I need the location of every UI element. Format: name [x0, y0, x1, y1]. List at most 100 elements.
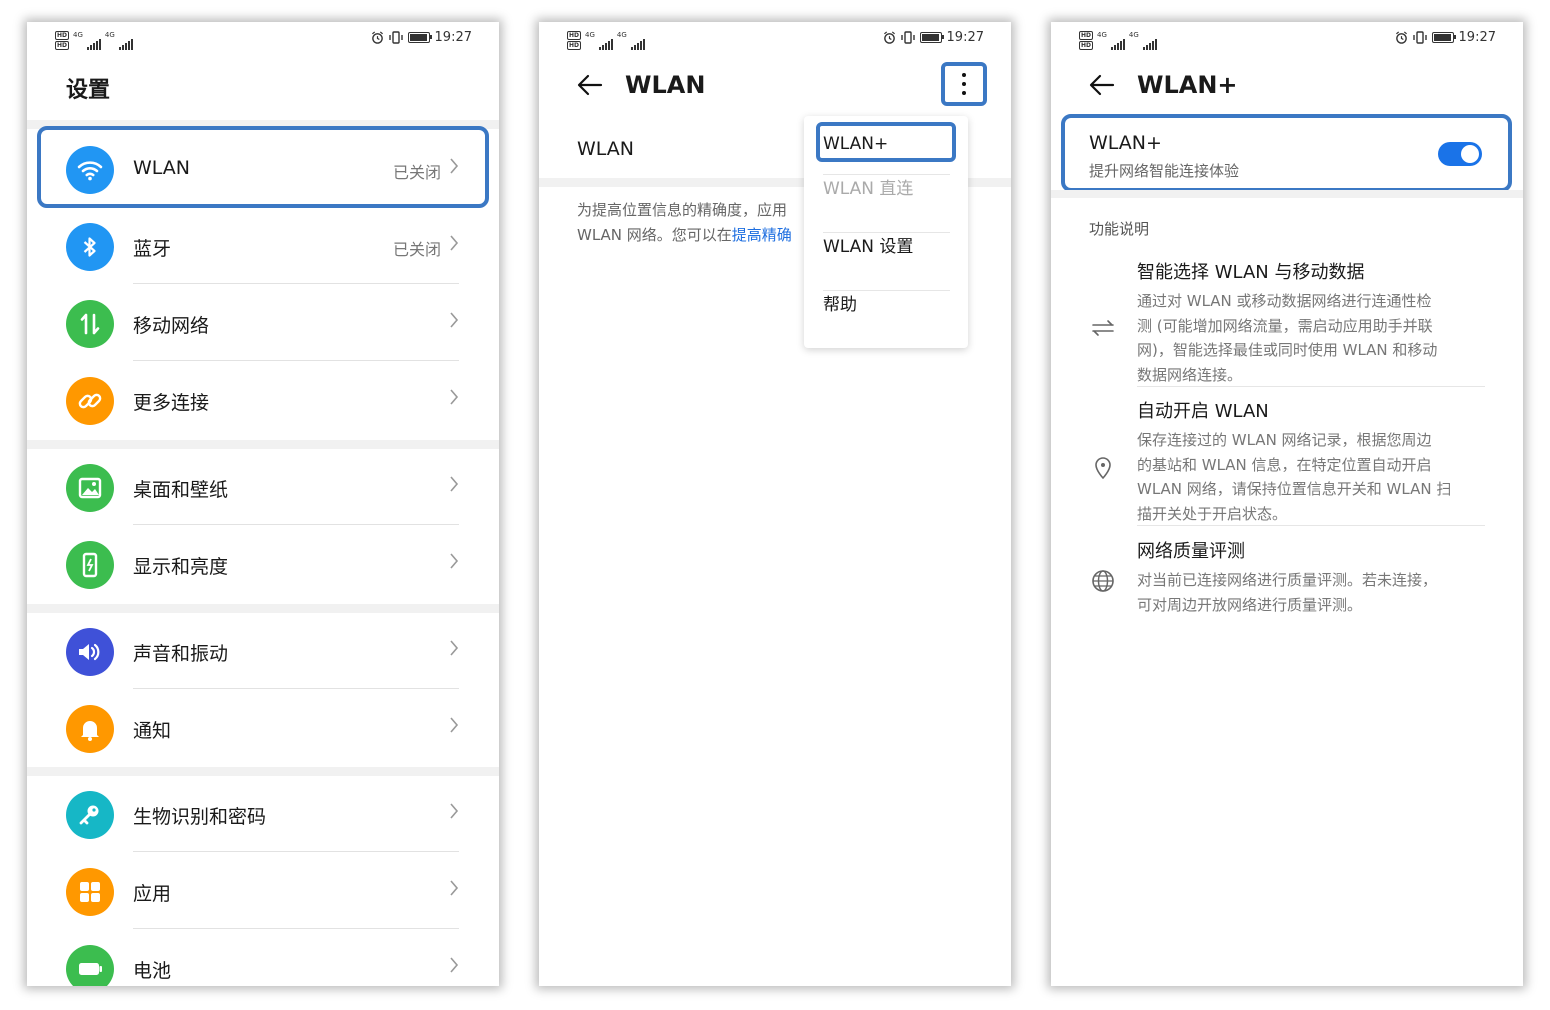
divider	[133, 524, 459, 525]
battery-status-icon	[919, 32, 944, 43]
wlan-description: 为提高位置信息的精确度，应用 WLAN 网络。您可以在提高精确	[577, 201, 792, 244]
divider	[1137, 525, 1485, 526]
feature-item: 网络质量评测 对当前已连接网络进行质量评测。若未连接， 可对周边开放网络进行质量评…	[1137, 541, 1438, 614]
settings-screen: HD HD 4G 4G 19:27 设置 WLAN 已关闭 蓝牙 已关闭 移动网…	[27, 22, 499, 986]
vibrate-icon	[388, 31, 403, 44]
settings-item-label: 移动网络	[133, 315, 210, 337]
settings-item-apps[interactable]: 应用	[27, 853, 499, 929]
alarm-icon	[883, 31, 895, 44]
settings-item-bluetooth[interactable]: 蓝牙 已关闭	[27, 208, 499, 284]
chevron-right-icon	[450, 389, 459, 405]
signal-icon	[630, 38, 645, 50]
mobile-data-icon	[66, 300, 114, 348]
swap-arrows-icon	[1092, 320, 1114, 336]
page-title: WLAN+	[1137, 71, 1238, 99]
section-gap	[27, 604, 499, 613]
signal-icon	[86, 38, 101, 50]
wlan-plus-screen: HD HD 4G 4G 19:27 WLAN+ WLAN+ 提升网络智能连接体验 …	[1051, 22, 1523, 986]
divider	[133, 688, 459, 689]
status-time: 19:27	[946, 30, 984, 45]
sound-icon	[66, 628, 114, 676]
chevron-right-icon	[450, 312, 459, 328]
status-time: 19:27	[1458, 30, 1496, 45]
highlight-box	[1061, 114, 1512, 192]
page-title: 设置	[66, 78, 111, 103]
settings-item-mobile-network[interactable]: 移动网络	[27, 285, 499, 361]
menu-item-wlan-direct[interactable]: WLAN 直连	[804, 174, 968, 232]
section-gap	[1051, 190, 1523, 198]
page-title: WLAN	[625, 71, 706, 99]
settings-item-label: 更多连接	[133, 392, 210, 414]
link-icon	[66, 377, 114, 425]
chevron-right-icon	[450, 640, 459, 656]
settings-item-label: 声音和振动	[133, 643, 229, 665]
settings-item-more-connections[interactable]: 更多连接	[27, 362, 499, 438]
menu-item-wlan-settings[interactable]: WLAN 设置	[804, 232, 968, 290]
settings-item-label: 蓝牙	[133, 238, 172, 260]
divider	[133, 283, 459, 284]
divider	[1137, 386, 1485, 387]
settings-item-label: 显示和亮度	[133, 556, 229, 578]
status-bar: HD HD 4G 4G 19:27	[567, 30, 984, 50]
back-arrow-icon[interactable]	[1089, 72, 1115, 98]
highlight-box	[37, 126, 489, 208]
signal-icon	[118, 38, 133, 50]
chevron-right-icon	[450, 553, 459, 569]
battery-status-icon	[407, 32, 432, 43]
settings-item-notification[interactable]: 通知	[27, 690, 499, 766]
chevron-right-icon	[450, 803, 459, 819]
globe-icon	[1092, 570, 1114, 592]
settings-item-label: 生物识别和密码	[133, 806, 267, 828]
bluetooth-icon	[66, 223, 114, 271]
signal-icon	[1110, 38, 1125, 50]
settings-item-label: 桌面和壁纸	[133, 479, 229, 501]
feature-item: 自动开启 WLAN 保存连接过的 WLAN 网络记录，根据您周边 的基站和 WLA…	[1137, 401, 1452, 523]
bell-icon	[66, 705, 114, 753]
location-pin-icon	[1095, 457, 1111, 480]
divider	[133, 360, 459, 361]
signal-icon	[598, 38, 613, 50]
apps-icon	[66, 868, 114, 916]
section-gap	[27, 767, 499, 776]
settings-item-label: 应用	[133, 883, 172, 905]
section-title: 功能说明	[1089, 220, 1150, 238]
status-bar: HD HD 4G 4G 19:27	[55, 30, 472, 50]
vibrate-icon	[1412, 31, 1427, 44]
hd-icon: HD HD	[55, 31, 70, 50]
chevron-right-icon	[450, 717, 459, 733]
divider	[133, 851, 459, 852]
chevron-right-icon	[450, 476, 459, 492]
highlight-box	[816, 122, 956, 162]
menu-item-help[interactable]: 帮助	[804, 290, 968, 348]
more-vertical-icon	[962, 73, 966, 95]
overflow-menu: WLAN+ WLAN 直连 WLAN 设置 帮助	[804, 116, 968, 348]
hd-icon: HD HD	[567, 31, 582, 50]
improve-accuracy-link[interactable]: 提高精确	[732, 226, 792, 244]
more-menu-button[interactable]	[941, 62, 987, 106]
divider	[133, 928, 459, 929]
section-gap	[27, 440, 499, 449]
status-time: 19:27	[434, 30, 472, 45]
key-icon	[66, 791, 114, 839]
back-arrow-icon[interactable]	[577, 72, 603, 98]
wlan-toggle-label[interactable]: WLAN	[577, 138, 634, 160]
settings-item-sound[interactable]: 声音和振动	[27, 613, 499, 689]
settings-item-display[interactable]: 显示和亮度	[27, 526, 499, 602]
wallpaper-icon	[66, 464, 114, 512]
chevron-right-icon	[450, 957, 459, 973]
settings-item-value: 已关闭	[392, 240, 441, 259]
settings-item-label: 电池	[133, 960, 172, 982]
settings-item-battery[interactable]: 电池	[27, 930, 499, 986]
signal-icon	[1142, 38, 1157, 50]
battery-status-icon	[1431, 32, 1456, 43]
settings-item-wallpaper[interactable]: 桌面和壁纸	[27, 449, 499, 525]
chevron-right-icon	[450, 880, 459, 896]
settings-item-label: 通知	[133, 720, 172, 742]
display-icon	[66, 541, 114, 589]
vibrate-icon	[900, 31, 915, 44]
settings-item-biometrics[interactable]: 生物识别和密码	[27, 776, 499, 852]
status-bar: HD HD 4G 4G 19:27	[1079, 30, 1496, 50]
battery-icon	[66, 945, 114, 986]
feature-item: 智能选择 WLAN 与移动数据 通过对 WLAN 或移动数据网络进行连通性检测 …	[1137, 262, 1438, 384]
chevron-right-icon	[450, 235, 459, 251]
